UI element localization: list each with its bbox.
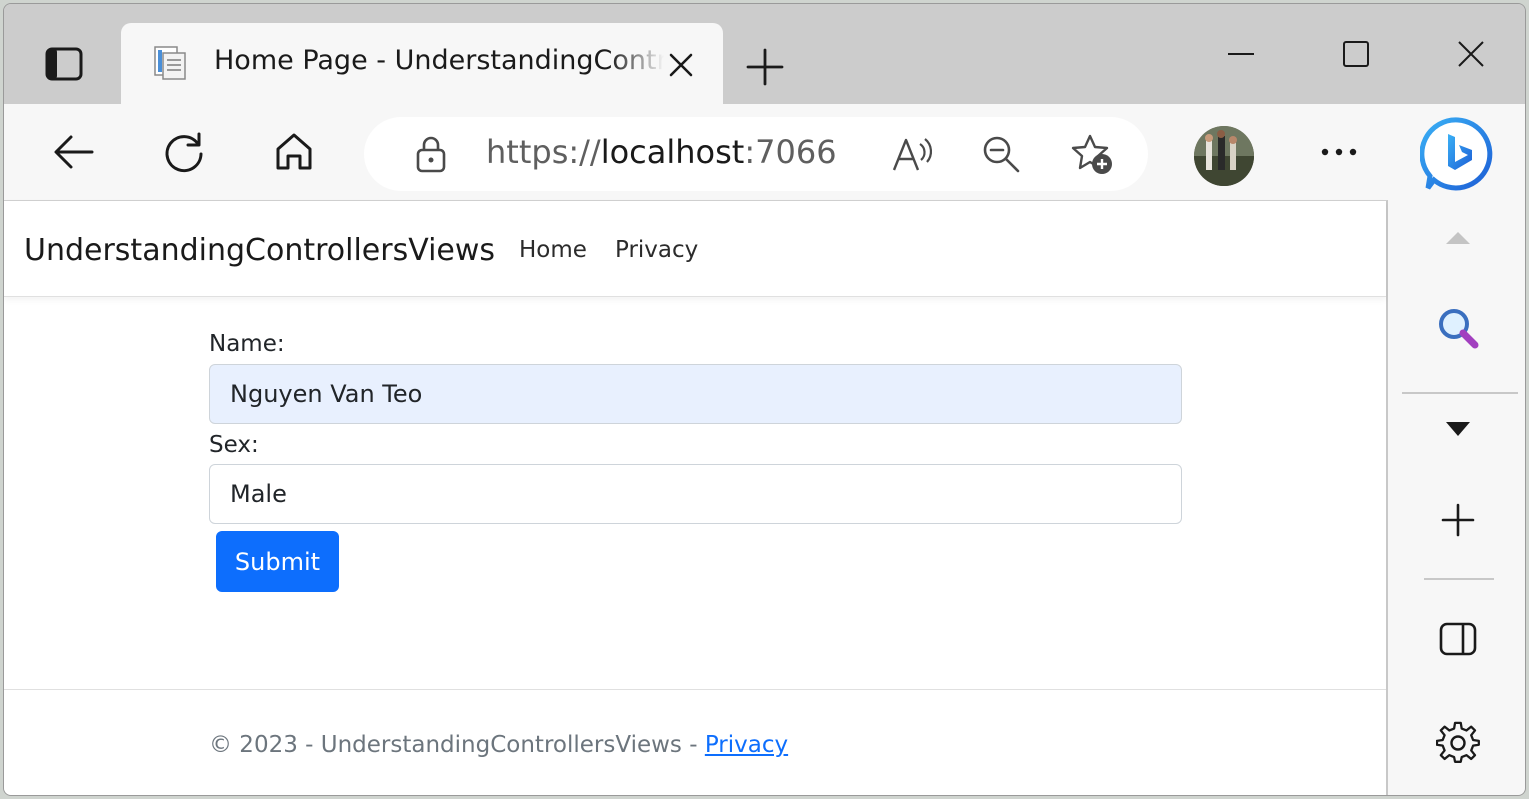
name-label: Name: — [209, 331, 285, 357]
nav-link-privacy[interactable]: Privacy — [615, 237, 698, 263]
page-favicon-icon — [149, 43, 189, 83]
search-icon[interactable] — [1428, 298, 1488, 358]
footer-privacy-link[interactable]: Privacy — [705, 732, 788, 758]
url-port: :7066 — [744, 133, 837, 171]
zoom-out-icon[interactable] — [971, 124, 1031, 184]
sidebar-divider — [1402, 392, 1518, 394]
plus-icon — [746, 48, 784, 86]
favorite-add-icon[interactable] — [1062, 124, 1122, 184]
read-aloud-icon[interactable] — [882, 124, 942, 184]
url-scheme: https:// — [486, 133, 601, 171]
sidebar-divider — [1424, 578, 1494, 580]
footer-copyright: © 2023 - UnderstandingControllersViews - — [209, 732, 705, 758]
site-navbar: UnderstandingControllersViews Home Priva… — [4, 201, 1386, 297]
browser-toolbar: https://localhost:7066 — [4, 104, 1525, 200]
sex-label: Sex: — [209, 432, 259, 458]
site-brand[interactable]: UnderstandingControllersViews — [24, 233, 495, 268]
home-icon[interactable] — [264, 122, 324, 182]
more-icon[interactable] — [1309, 122, 1369, 182]
back-arrow-icon[interactable] — [44, 122, 104, 182]
edge-sidebar — [1388, 104, 1525, 795]
hide-sidebar-icon[interactable] — [1428, 609, 1488, 669]
footer-text: © 2023 - UnderstandingControllersViews -… — [209, 732, 788, 758]
url-host: localhost — [600, 133, 745, 171]
tab-actions-icon[interactable] — [28, 28, 100, 100]
new-tab-button[interactable] — [740, 42, 790, 92]
close-window-button[interactable] — [1436, 24, 1506, 84]
profile-avatar[interactable] — [1194, 126, 1254, 186]
name-input[interactable]: Nguyen Van Teo — [209, 364, 1182, 424]
url-text[interactable]: https://localhost:7066 — [486, 133, 837, 171]
browser-window: Home Page - UnderstandingControllersView… — [3, 3, 1526, 796]
scroll-down-icon[interactable] — [1428, 399, 1488, 459]
bing-copilot-icon[interactable] — [1419, 116, 1496, 192]
tab-title: Home Page - UnderstandingControllersView… — [214, 45, 664, 76]
add-sidebar-item-icon[interactable] — [1428, 490, 1488, 550]
tab-strip: Home Page - UnderstandingControllersView… — [4, 4, 1525, 104]
scroll-up-icon[interactable] — [1428, 208, 1488, 268]
settings-gear-icon[interactable] — [1428, 713, 1488, 773]
submit-button[interactable]: Submit — [216, 531, 339, 592]
address-bar[interactable]: https://localhost:7066 — [364, 117, 1148, 191]
minimize-icon — [1228, 53, 1254, 55]
minimize-button[interactable] — [1206, 24, 1276, 84]
site-footer: © 2023 - UnderstandingControllersViews -… — [4, 689, 1386, 795]
nav-link-home[interactable]: Home — [519, 237, 587, 263]
refresh-icon[interactable] — [154, 122, 214, 182]
active-tab[interactable]: Home Page - UnderstandingControllersView… — [121, 23, 723, 104]
page-viewport: UnderstandingControllersViews Home Priva… — [4, 200, 1388, 795]
lock-icon[interactable] — [401, 124, 461, 184]
close-icon[interactable] — [661, 45, 701, 85]
maximize-icon — [1343, 41, 1369, 67]
close-window-icon — [1458, 41, 1484, 67]
maximize-button[interactable] — [1321, 24, 1391, 84]
sex-input[interactable]: Male — [209, 464, 1182, 524]
